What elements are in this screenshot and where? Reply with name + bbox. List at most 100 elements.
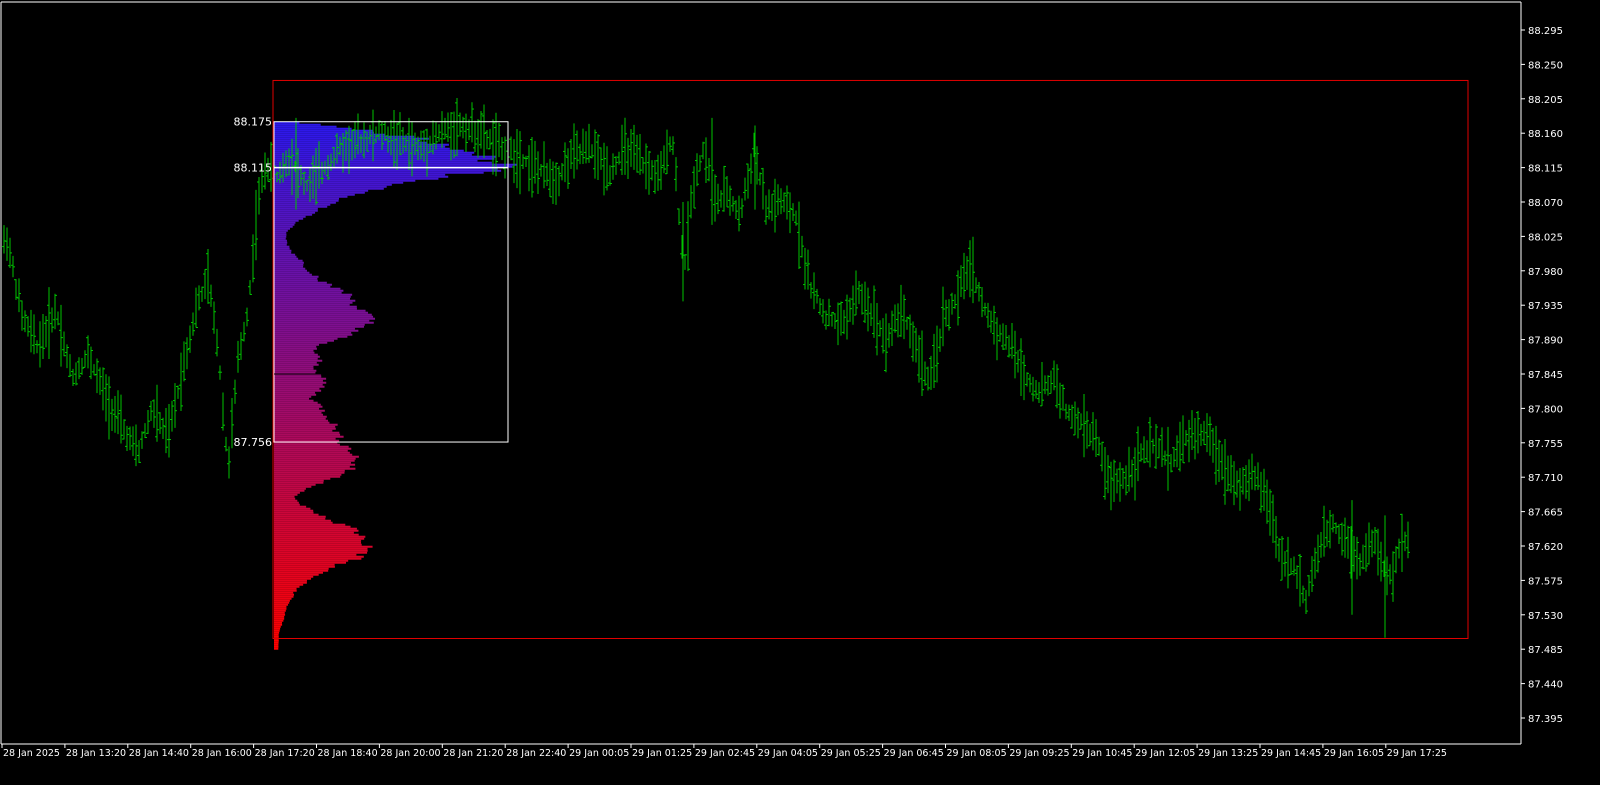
profile-row [274,293,353,296]
profile-row [274,305,357,308]
profile-row [274,355,320,358]
x-tick-label: 29 Jan 06:45 [884,748,944,759]
profile-row [274,449,348,452]
profile-row [274,405,323,408]
profile-row [274,377,327,380]
profile-row [274,641,279,644]
y-tick-label: 87.710 [1528,473,1563,484]
profile-row [274,479,324,482]
profile-row [274,507,311,510]
value-area-high-label: 88.175 [234,116,273,129]
profile-row [274,351,315,354]
profile-row [274,387,320,390]
profile-row [274,509,314,512]
profile-row [274,443,340,446]
profile-row [274,133,386,136]
y-tick-label: 87.440 [1528,680,1563,691]
profile-row [274,273,312,276]
profile-row [274,545,373,548]
profile-row [274,245,290,248]
profile-row [274,173,446,176]
profile-row [274,589,297,592]
profile-row [274,321,374,324]
profile-row [274,561,346,564]
profile-row [274,547,368,550]
profile-row [274,317,376,320]
profile-row [274,303,350,306]
profile-row [274,525,351,528]
y-tick-label: 88.070 [1528,198,1563,209]
profile-row [274,299,356,302]
profile-row [274,629,280,632]
y-tick-label: 88.205 [1528,95,1563,106]
profile-row [274,461,351,464]
profile-row [274,365,314,368]
profile-row [274,227,290,230]
x-tick-label: 28 Jan 22:40 [506,748,566,759]
profile-row [274,307,357,310]
profile-row [274,253,296,256]
profile-row [274,459,355,462]
profile-row [274,191,365,194]
profile-row [274,203,331,206]
x-tick-label: 29 Jan 09:25 [1009,748,1069,759]
profile-row [274,309,366,312]
profile-row [274,211,316,214]
profile-row [274,285,331,288]
profile-row [274,415,327,418]
profile-row [274,429,333,432]
x-tick-label: 29 Jan 02:45 [695,748,755,759]
profile-row [274,501,299,504]
profile-row [274,345,317,348]
profile-row [274,497,296,500]
profile-row [274,511,314,514]
profile-row [274,395,312,398]
profile-row [274,439,340,442]
profile-row [274,553,357,556]
profile-row [274,585,300,588]
profile-row [274,313,372,316]
profile-row [274,239,287,242]
profile-row [274,645,279,648]
profile-row [274,215,306,218]
profile-row [274,197,340,200]
x-tick-label: 28 Jan 20:00 [380,748,440,759]
profile-row [274,445,349,448]
profile-row [274,279,318,282]
y-tick-label: 88.295 [1528,26,1563,37]
profile-row [274,621,283,624]
profile-row [274,541,362,544]
profile-row [274,297,351,300]
profile-row [274,325,365,328]
profile-row [274,433,341,436]
y-tick-label: 87.665 [1528,508,1563,519]
profile-row [274,513,319,516]
profile-row [274,295,351,298]
profile-row [274,453,353,456]
profile-row [274,147,450,150]
profile-row [274,643,279,646]
profile-row [274,229,288,232]
profile-row [274,179,416,182]
profile-row [274,521,333,524]
profile-row [274,531,354,534]
profile-row [274,559,349,562]
profile-row [274,413,324,416]
profile-row [274,265,304,268]
price-chart[interactable]: 88.175 88.115 87.756 88.295 88.250 88.205 88.… [0,0,1600,780]
y-tick-label: 87.620 [1528,542,1563,553]
profile-row [274,201,336,204]
profile-row [274,639,279,642]
profile-row [274,571,323,574]
profile-row [274,455,359,458]
chart-window[interactable]: 88.175 88.115 87.756 88.295 88.250 88.205 88.… [0,0,1600,780]
profile-row [274,219,299,222]
x-tick-label: 29 Jan 13:25 [1198,748,1258,759]
profile-row [274,359,323,362]
profile-row [274,275,319,278]
y-tick-label: 87.485 [1528,645,1563,656]
profile-row [274,437,336,440]
profile-row [274,595,294,598]
profile-row [274,391,316,394]
profile-row [274,251,292,254]
